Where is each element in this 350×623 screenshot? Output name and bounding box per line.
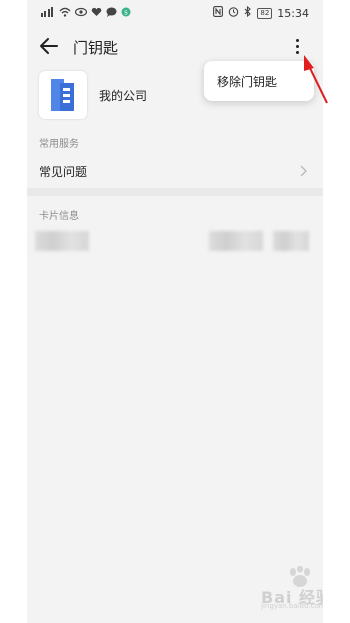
annotation-arrow [304, 55, 328, 104]
